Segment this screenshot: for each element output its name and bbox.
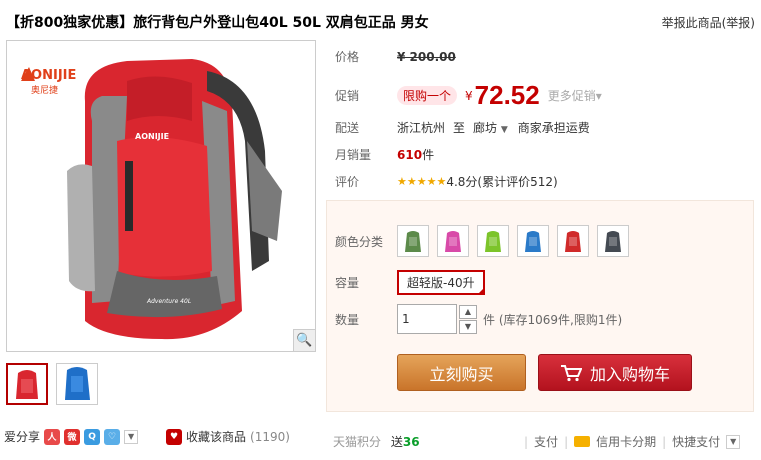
ship-to-select[interactable]: 廊坊 ▼: [473, 119, 508, 136]
favorite-button[interactable]: ♥ 收藏该商品 (1190): [166, 428, 290, 445]
quantity-label: 数量: [335, 312, 360, 327]
promo-label: 促销: [335, 89, 360, 103]
shipping-row: 配送 浙江杭州 至 廊坊 ▼ 商家承担运费: [335, 119, 590, 136]
ship-from: 浙江杭州: [397, 121, 446, 135]
stock-text: 件 (库存1069件,限购1件): [483, 312, 623, 327]
monthly-unit: 件: [422, 148, 435, 162]
review-count-link[interactable]: (累计评价512): [477, 173, 557, 190]
share-more-dropdown[interactable]: ▼: [124, 429, 139, 444]
rating-stars: ★★★★★: [397, 175, 447, 188]
quantity-decrease-button[interactable]: ▼: [459, 319, 477, 334]
brand-logo: AONIJIE 奥尼捷: [21, 67, 76, 96]
favorite-count: (1190): [250, 429, 290, 444]
quantity-input[interactable]: [397, 304, 457, 334]
color-label: 颜色分类: [335, 234, 384, 249]
report-link[interactable]: 举报此商品(举报): [662, 14, 755, 31]
more-promo-link[interactable]: 更多促销▾: [548, 87, 602, 104]
quantity-increase-button[interactable]: ▲: [459, 304, 477, 319]
price-row: 价格 ¥ 200.00: [335, 48, 456, 65]
other-share-icon[interactable]: ♡: [104, 428, 121, 445]
quantity-stepper: ▲ ▼: [459, 304, 477, 334]
price-label: 价格: [335, 50, 360, 64]
color-option[interactable]: [557, 225, 589, 257]
svg-text:AONIJIE: AONIJIE: [21, 68, 76, 83]
magnifier-icon[interactable]: 🔍: [293, 329, 315, 351]
capacity-label: 容量: [335, 276, 360, 290]
original-price: ¥ 200.00: [397, 49, 456, 64]
shipping-fee: 商家承担运费: [517, 121, 590, 135]
main-product-image[interactable]: AONIJIE 奥尼捷 Adventure 40L AONIJIE 🔍: [6, 40, 316, 352]
points-give: 送: [390, 435, 403, 449]
monthly-sales-row: 月销量 610 件: [335, 146, 434, 163]
monthly-label: 月销量: [335, 148, 372, 162]
add-to-cart-button[interactable]: 加入购物车: [538, 354, 692, 391]
color-options: [397, 225, 637, 257]
points-value: 36: [402, 435, 420, 449]
promo-row: 促销 限购一个 ¥ 72.52 更多促销▾: [335, 80, 602, 111]
color-row: 颜色分类: [335, 225, 637, 257]
svg-text:AONIJIE: AONIJIE: [135, 132, 169, 141]
buy-now-button[interactable]: 立刻购买: [397, 354, 526, 391]
add-to-cart-label: 加入购物车: [589, 364, 670, 384]
rating-label: 评价: [335, 175, 360, 189]
share-label: 爱分享: [4, 430, 41, 444]
svg-text:Adventure 40L: Adventure 40L: [146, 298, 191, 305]
share-bar: 爱分享 人 微 Q ♡ ▼: [4, 428, 139, 445]
thumbnail-red[interactable]: [6, 363, 48, 405]
color-option[interactable]: [597, 225, 629, 257]
backpack-illustration: Adventure 40L AONIJIE: [67, 59, 282, 340]
promo-price: 72.52: [474, 80, 540, 110]
monthly-value: 610: [397, 147, 423, 162]
quantity-row: 数量 ▲ ▼ 件 (库存1069件,限购1件): [335, 304, 622, 334]
qq-icon[interactable]: Q: [84, 428, 101, 445]
product-title: 【折800独家优惠】旅行背包户外登山包40L 50L 双肩包正品 男女: [6, 15, 429, 31]
pay-label: 支付: [534, 435, 559, 449]
credit-card-option[interactable]: 信用卡分期: [596, 433, 656, 450]
payment-options: | 支付 | 信用卡分期 | 快捷支付 ▼: [524, 433, 741, 450]
currency-symbol: ¥: [465, 88, 473, 103]
rating-score: 4.8分: [446, 175, 478, 189]
color-option[interactable]: [397, 225, 429, 257]
quick-pay-option[interactable]: 快捷支付: [672, 433, 720, 450]
color-option[interactable]: [477, 225, 509, 257]
credit-card-icon: [574, 436, 591, 447]
capacity-row: 容量 超轻版-40升: [335, 270, 485, 295]
payment-dropdown[interactable]: ▼: [726, 434, 741, 449]
color-option[interactable]: [437, 225, 469, 257]
capacity-option-selected[interactable]: 超轻版-40升: [397, 270, 485, 295]
ship-to-word: 至: [453, 121, 466, 135]
rating-row: 评价 ★★★★★ 4.8分 (累计评价512): [335, 173, 558, 190]
favorite-label: 收藏该商品: [186, 430, 247, 444]
points-label: 天猫积分: [333, 435, 382, 449]
shipping-label: 配送: [335, 121, 360, 135]
limit-badge: 限购一个: [397, 86, 458, 105]
weibo-icon[interactable]: 微: [64, 428, 81, 445]
favorite-icon: ♥: [166, 428, 182, 445]
cart-icon: [560, 364, 582, 381]
color-option[interactable]: [517, 225, 549, 257]
svg-text:奥尼捷: 奥尼捷: [31, 84, 58, 96]
tmall-points: 天猫积分 送36: [333, 433, 420, 450]
renren-icon[interactable]: 人: [44, 428, 61, 445]
thumbnail-blue[interactable]: [56, 363, 98, 405]
